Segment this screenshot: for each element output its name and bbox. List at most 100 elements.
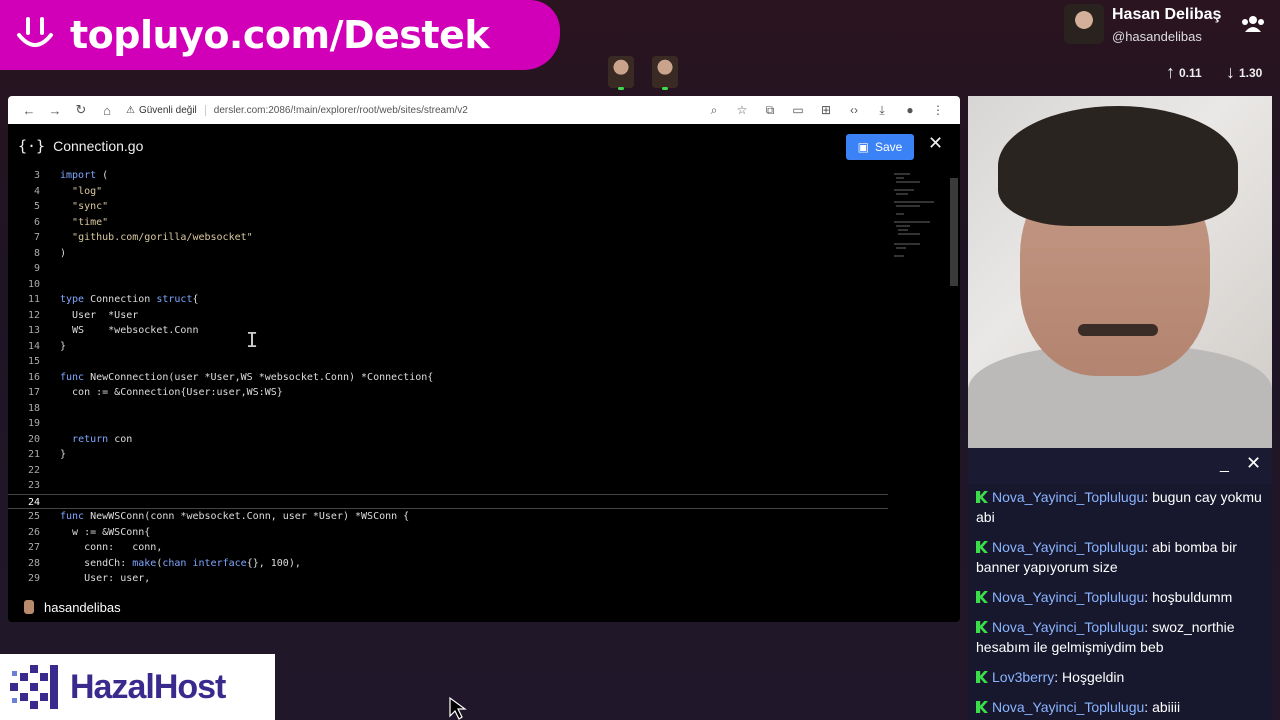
code-text: func NewWSConn(conn *websocket.Conn, use… bbox=[60, 511, 410, 522]
code-line[interactable]: 8) bbox=[8, 246, 888, 262]
code-line[interactable]: 7 "github.com/gorilla/websocket" bbox=[8, 230, 888, 246]
security-indicator[interactable]: ⚠ Güvenli değil bbox=[126, 104, 206, 116]
code-line[interactable]: 26 w := &WSConn{ bbox=[8, 525, 888, 541]
line-number: 7 bbox=[33, 232, 40, 243]
editor-scrollbar[interactable] bbox=[950, 178, 958, 286]
code-line[interactable]: 20 return con bbox=[8, 432, 888, 448]
download-stat: ↓ 1.30 bbox=[1226, 62, 1263, 82]
chat-separator: : bbox=[1144, 489, 1153, 505]
viewer-avatar[interactable] bbox=[608, 56, 634, 90]
menu-icon[interactable]: ⋮ bbox=[924, 103, 952, 117]
code-line[interactable]: 4 "log" bbox=[8, 184, 888, 200]
streamer-profile[interactable]: Hasan Delibaş @hasandelibas bbox=[1064, 4, 1274, 50]
back-icon[interactable]: ← bbox=[16, 103, 42, 118]
code-line[interactable]: 5 "sync" bbox=[8, 199, 888, 215]
kick-badge-icon bbox=[976, 491, 988, 503]
upload-stat: ↑ 0.11 bbox=[1166, 62, 1202, 82]
code-line[interactable]: 15 bbox=[8, 354, 888, 370]
chat-separator: : bbox=[1144, 589, 1153, 605]
chat-username[interactable]: Nova_Yayinci_Toplulugu bbox=[992, 539, 1144, 555]
text-cursor-icon: I bbox=[246, 328, 259, 352]
arrow-down-icon: ↓ bbox=[1226, 62, 1235, 82]
chat-message: Lov3berry: Hoşgeldin bbox=[968, 664, 1272, 690]
chat-separator: : bbox=[1054, 669, 1063, 685]
code-line[interactable]: 28 sendCh: make(chan interface{}, 100), bbox=[8, 556, 888, 572]
star-icon[interactable]: ☆ bbox=[728, 103, 756, 117]
code-editor[interactable]: 3 import (4 "log" 5 "sync" 6 "time" 7 "githu… bbox=[8, 168, 888, 588]
code-line[interactable]: 14} bbox=[8, 339, 888, 355]
chat-username[interactable]: Nova_Yayinci_Toplulugu bbox=[992, 589, 1144, 605]
chat-username[interactable]: Lov3berry bbox=[992, 669, 1054, 685]
code-text: "time" bbox=[72, 216, 109, 228]
line-number: 13 bbox=[27, 325, 40, 336]
code-line[interactable]: 10 bbox=[8, 277, 888, 293]
home-icon[interactable]: ⌂ bbox=[94, 103, 120, 118]
code-line[interactable]: 27 conn: conn, bbox=[8, 540, 888, 556]
download-icon[interactable]: ⤓ bbox=[868, 103, 896, 118]
code-line[interactable]: 9 bbox=[8, 261, 888, 277]
code-line[interactable]: 22 bbox=[8, 463, 888, 479]
minimize-icon[interactable]: _ bbox=[1220, 456, 1229, 474]
code-line[interactable]: 12 User *User bbox=[8, 308, 888, 324]
address-bar[interactable]: dersler.com:2086/!main/explorer/root/web… bbox=[214, 105, 700, 116]
chat-username[interactable]: Nova_Yayinci_Toplulugu bbox=[992, 619, 1144, 635]
code-line[interactable]: 6 "time" bbox=[8, 215, 888, 231]
code-text: ) bbox=[60, 247, 67, 259]
code-minimap[interactable] bbox=[890, 170, 950, 590]
close-icon[interactable]: ✕ bbox=[1246, 453, 1261, 474]
line-number: 29 bbox=[27, 573, 40, 584]
cast-icon[interactable]: ▭ bbox=[784, 103, 812, 117]
browser-window: ← → ↻ ⌂ ⚠ Güvenli değil dersler.com:2086… bbox=[8, 96, 960, 622]
group-icon[interactable] bbox=[1240, 14, 1266, 34]
editing-user: hasandelibas bbox=[8, 592, 888, 622]
code-line[interactable]: 29 User: user, bbox=[8, 571, 888, 587]
reload-icon[interactable]: ↻ bbox=[68, 102, 94, 118]
webcam-feed bbox=[968, 96, 1272, 448]
devtools-icon[interactable]: ‹› bbox=[840, 103, 868, 117]
code-line[interactable]: 25 func NewWSConn(conn *websocket.Conn, u… bbox=[8, 509, 888, 525]
code-line[interactable]: 11 type Connection struct{ bbox=[8, 292, 888, 308]
line-number: 16 bbox=[27, 371, 40, 383]
file-icon: {·} bbox=[18, 137, 46, 155]
arrow-up-icon: ↑ bbox=[1166, 62, 1175, 82]
code-line[interactable]: 21} bbox=[8, 447, 888, 463]
account-icon[interactable]: ● bbox=[896, 103, 924, 117]
code-line[interactable]: 19 bbox=[8, 416, 888, 432]
chat-username[interactable]: Nova_Yayinci_Toplulugu bbox=[992, 489, 1144, 505]
line-number: 12 bbox=[27, 309, 40, 321]
code-line[interactable]: 3 import ( bbox=[8, 168, 888, 184]
file-name: Connection.go bbox=[53, 138, 144, 154]
banner-url: topluyo.com/Destek bbox=[70, 13, 490, 57]
code-line[interactable]: 24 bbox=[8, 493, 888, 509]
code-line[interactable]: 16 func NewConnection(user *User,WS *webs… bbox=[8, 370, 888, 386]
code-line[interactable]: 17 con := &Connection{User:user,WS:WS} bbox=[8, 385, 888, 401]
code-line[interactable]: 18 bbox=[8, 401, 888, 417]
chat-username[interactable]: Nova_Yayinci_Toplulugu bbox=[992, 699, 1144, 715]
line-number: 24 bbox=[27, 496, 40, 508]
forward-icon[interactable]: → bbox=[42, 103, 68, 118]
avatar bbox=[1064, 4, 1104, 44]
zoom-icon[interactable]: ⌕ bbox=[700, 103, 728, 118]
browser-toolbar: ← → ↻ ⌂ ⚠ Güvenli değil dersler.com:2086… bbox=[8, 96, 960, 124]
close-icon[interactable]: ✕ bbox=[928, 133, 943, 154]
chat-text: abiiii bbox=[1152, 699, 1181, 715]
save-button[interactable]: ▣ Save bbox=[846, 134, 914, 160]
avatar bbox=[24, 600, 34, 614]
profile-name: Hasan Delibaş bbox=[1112, 6, 1222, 23]
apps-icon[interactable]: ⊞ bbox=[812, 103, 840, 117]
viewer-avatar[interactable] bbox=[652, 56, 678, 90]
code-text: "log" bbox=[72, 185, 103, 197]
chat-text: hoşbuldumm bbox=[1152, 589, 1233, 605]
chat-header: _ ✕ bbox=[968, 448, 1272, 484]
code-line[interactable]: 23 bbox=[8, 478, 888, 494]
sponsor-logo: HazalHost bbox=[0, 654, 275, 720]
chat-separator: : bbox=[1144, 619, 1153, 635]
profile-handle: @hasandelibas bbox=[1112, 29, 1202, 44]
code-text: import ( bbox=[60, 170, 109, 181]
line-number: 25 bbox=[27, 511, 40, 522]
warning-icon: ⚠ bbox=[126, 104, 135, 116]
code-line[interactable]: 13 WS *websocket.Conn bbox=[8, 323, 888, 339]
line-number: 21 bbox=[27, 449, 40, 460]
extensions-icon[interactable]: ⧉ bbox=[756, 103, 784, 118]
smiley-icon bbox=[0, 0, 70, 70]
